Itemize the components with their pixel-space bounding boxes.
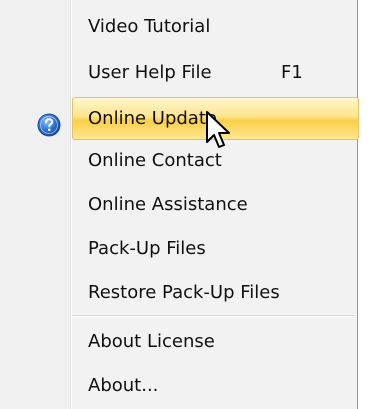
menu-item-pack-up-files[interactable]: Pack-Up Files (0, 227, 355, 270)
menu-item-label: User Help File (88, 62, 212, 83)
menu-item-label: Online Contact (88, 150, 222, 171)
menu-item-label: Online Update (88, 108, 217, 129)
menu-item-video-tutorial[interactable]: Video Tutorial (0, 5, 355, 48)
menu-item-about-license[interactable]: About License (0, 320, 355, 363)
menu-item-about[interactable]: About... (0, 364, 355, 407)
menu-item-label: About License (88, 331, 215, 352)
menu-item-online-assistance[interactable]: Online Assistance (0, 183, 355, 226)
menu-item-label: Video Tutorial (88, 16, 211, 37)
menu-item-label: Pack-Up Files (88, 238, 206, 259)
menu-item-restore-pack-up-files[interactable]: Restore Pack-Up Files (0, 271, 355, 314)
menu-separator (72, 315, 355, 317)
context-menu: Video Tutorial User Help File F1 Online … (0, 0, 359, 409)
help-icon (37, 113, 61, 137)
menu-item-shortcut: F1 (281, 62, 303, 83)
mouse-pointer-icon (206, 111, 230, 148)
menu-item-user-help-file[interactable]: User Help File F1 (0, 51, 355, 137)
menu-item-label: Restore Pack-Up Files (88, 282, 280, 303)
menu-item-label: Online Assistance (88, 194, 248, 215)
menu-item-online-contact[interactable]: Online Contact (0, 139, 355, 182)
menu-item-label: About... (88, 375, 159, 396)
